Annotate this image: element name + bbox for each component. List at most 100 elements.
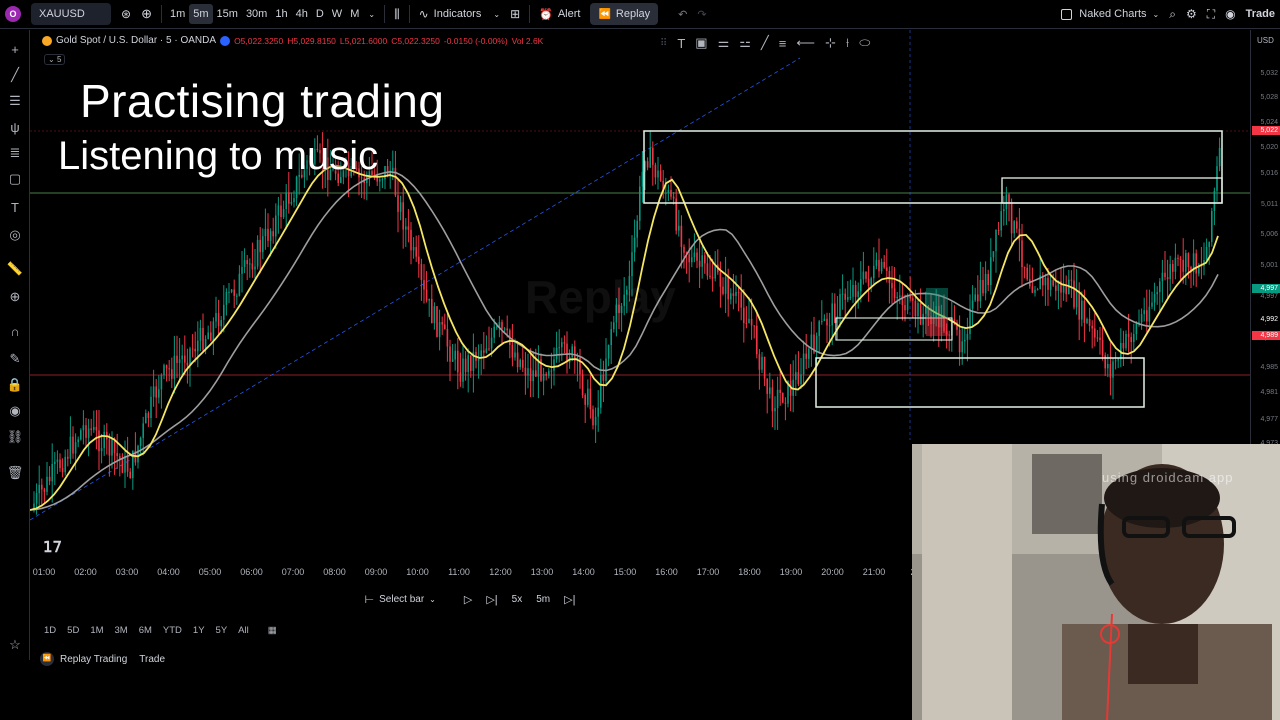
price-label: 5,022 (1252, 126, 1280, 135)
candle-body (958, 329, 961, 353)
pitchfork-icon[interactable]: ψ (6, 118, 24, 136)
indicators-button[interactable]: ∿ Indicators ⌄ (414, 0, 505, 29)
fib-icon[interactable]: ≣ (6, 144, 24, 162)
candle-body (1148, 306, 1151, 322)
legend-collapse-toggle[interactable]: ⌄ 5 (44, 54, 66, 65)
horizontal-lines-icon[interactable]: ☰ (6, 92, 24, 110)
interval-1m[interactable]: 1m (166, 0, 189, 29)
levels-tool-icon[interactable]: ≡ (779, 36, 787, 51)
frame-tool-icon[interactable]: ▣ (695, 35, 707, 51)
interval-M[interactable]: M (346, 0, 363, 29)
time-axis[interactable]: 01:00 02:00 03:00 04:00 05:00 06:00 07:00 08:00… (30, 562, 921, 582)
candle-body (795, 372, 797, 380)
alert-button[interactable]: ⏰ Alert (534, 0, 585, 29)
candle-body (98, 430, 100, 452)
app-logo-icon[interactable]: O (0, 0, 26, 29)
fullscreen-icon[interactable]: ⛶ (1202, 0, 1220, 29)
trendline-icon[interactable]: ╱ (6, 66, 24, 84)
range-5y[interactable]: 5Y (216, 625, 228, 636)
candle-body (779, 389, 781, 394)
quick-search-icon[interactable]: ⌕ (1164, 0, 1181, 29)
symbol-logo-icon (42, 35, 52, 46)
play-icon[interactable]: ▷ (464, 593, 472, 606)
step-forward-icon[interactable]: ▷| (486, 593, 497, 606)
eye-icon[interactable]: ◉ (6, 402, 24, 420)
interval-1h[interactable]: 1h (271, 0, 291, 29)
trade-tab[interactable]: Trade (139, 654, 165, 665)
zoom-icon[interactable]: ⊕ (6, 288, 24, 306)
range-1d[interactable]: 1D (44, 625, 56, 636)
candle-body (532, 370, 534, 382)
candle-body (542, 373, 545, 381)
shapes-icon[interactable]: ▢ (6, 170, 24, 188)
date-range-icon[interactable]: ▦ (268, 625, 277, 636)
drag-handle-icon[interactable]: ⠿ (660, 38, 667, 49)
candle-body (563, 342, 566, 344)
price-label: 4,989 (1252, 331, 1280, 340)
replay-trading-tab[interactable]: ⏪ Replay Trading (40, 652, 127, 666)
range-1m[interactable]: 1M (90, 625, 103, 636)
interval-30m[interactable]: 30m (242, 0, 271, 29)
time-tick: 09:00 (364, 567, 388, 577)
sliders-tool-icon[interactable]: ⚍ (739, 35, 751, 51)
pencil-tool-icon[interactable]: ╱ (761, 35, 769, 51)
text-tool-icon[interactable]: T (677, 36, 685, 51)
interval-4h[interactable]: 4h (292, 0, 312, 29)
candle-body (587, 388, 589, 405)
templates-icon[interactable]: ⊞ (505, 0, 525, 29)
jump-realtime-icon[interactable]: ▷| (564, 593, 575, 606)
stay-drawing-icon[interactable]: ✎ (6, 350, 24, 368)
magnet-icon[interactable]: ∩ (6, 322, 24, 340)
camera-icon[interactable]: ◉ (1220, 0, 1240, 29)
star-icon[interactable]: ☆ (6, 636, 24, 654)
candle-body (397, 195, 399, 212)
interval-W[interactable]: W (328, 0, 346, 29)
interval-15m[interactable]: 15m (213, 0, 242, 29)
compare-icon[interactable]: ⊛ (116, 0, 136, 29)
candle-body (275, 215, 277, 237)
layout-menu[interactable]: Naked Charts ⌄ (1056, 0, 1164, 29)
add-symbol-icon[interactable]: ⊕ (136, 0, 157, 29)
speed-button[interactable]: 5x (512, 594, 523, 605)
step-interval-button[interactable]: 5m (536, 594, 550, 605)
crosshair-icon[interactable]: + (6, 40, 24, 58)
range-3m[interactable]: 3M (115, 625, 128, 636)
candle-body (1156, 292, 1158, 295)
range-all[interactable]: All (238, 625, 249, 636)
text-icon[interactable]: T (6, 198, 24, 216)
redo-icon[interactable]: ↷ (692, 0, 711, 29)
range-6m[interactable]: 6M (139, 625, 152, 636)
undo-icon[interactable]: ↶ (673, 0, 692, 29)
candle-body (451, 359, 454, 362)
candle-body (917, 303, 919, 317)
link-icon[interactable]: ⛓ (6, 428, 24, 446)
chart-type-icon[interactable]: ⫼ (389, 0, 405, 29)
trade-button[interactable]: Trade (1241, 0, 1280, 29)
interval-5m[interactable]: 5m (189, 4, 213, 24)
range-1y[interactable]: 1Y (193, 625, 205, 636)
range-ytd[interactable]: YTD (163, 625, 182, 636)
adjust-tool-icon[interactable]: ⚌ (718, 35, 730, 51)
candle-body (103, 431, 105, 449)
lock-icon[interactable]: 🔒 (6, 376, 24, 394)
interval-D[interactable]: D (312, 0, 328, 29)
ruler-icon[interactable]: 📏 (6, 260, 24, 278)
candle-body (1023, 267, 1026, 269)
candle-body (1185, 253, 1187, 272)
price-axis[interactable]: USD 5,032 5,028 5,024 5,020 5,016 5,011 5,006 5… (1250, 30, 1280, 447)
settings-icon[interactable]: ⚙ (1181, 0, 1202, 29)
vertical-tool-icon[interactable]: ⟊ (846, 35, 849, 51)
select-bar-button[interactable]: ⊢ Select bar ⌄ (365, 593, 436, 606)
symbol-search[interactable]: XAUUSD (26, 0, 116, 29)
cross-tool-icon[interactable]: ⊹ (825, 35, 836, 51)
candle-body (48, 476, 51, 482)
replay-button[interactable]: ⏪ Replay (585, 0, 663, 29)
arrow-left-tool-icon[interactable]: ⟵ (796, 35, 815, 51)
range-5d[interactable]: 5D (67, 625, 79, 636)
candle-body (228, 291, 230, 293)
time-tick: 13:00 (530, 567, 554, 577)
patterns-icon[interactable]: ◎ (6, 226, 24, 244)
ellipse-tool-icon[interactable]: ⬭ (859, 35, 870, 51)
trash-icon[interactable]: 🗑 (6, 464, 24, 482)
interval-dropdown-icon[interactable]: ⌄ (363, 0, 380, 29)
